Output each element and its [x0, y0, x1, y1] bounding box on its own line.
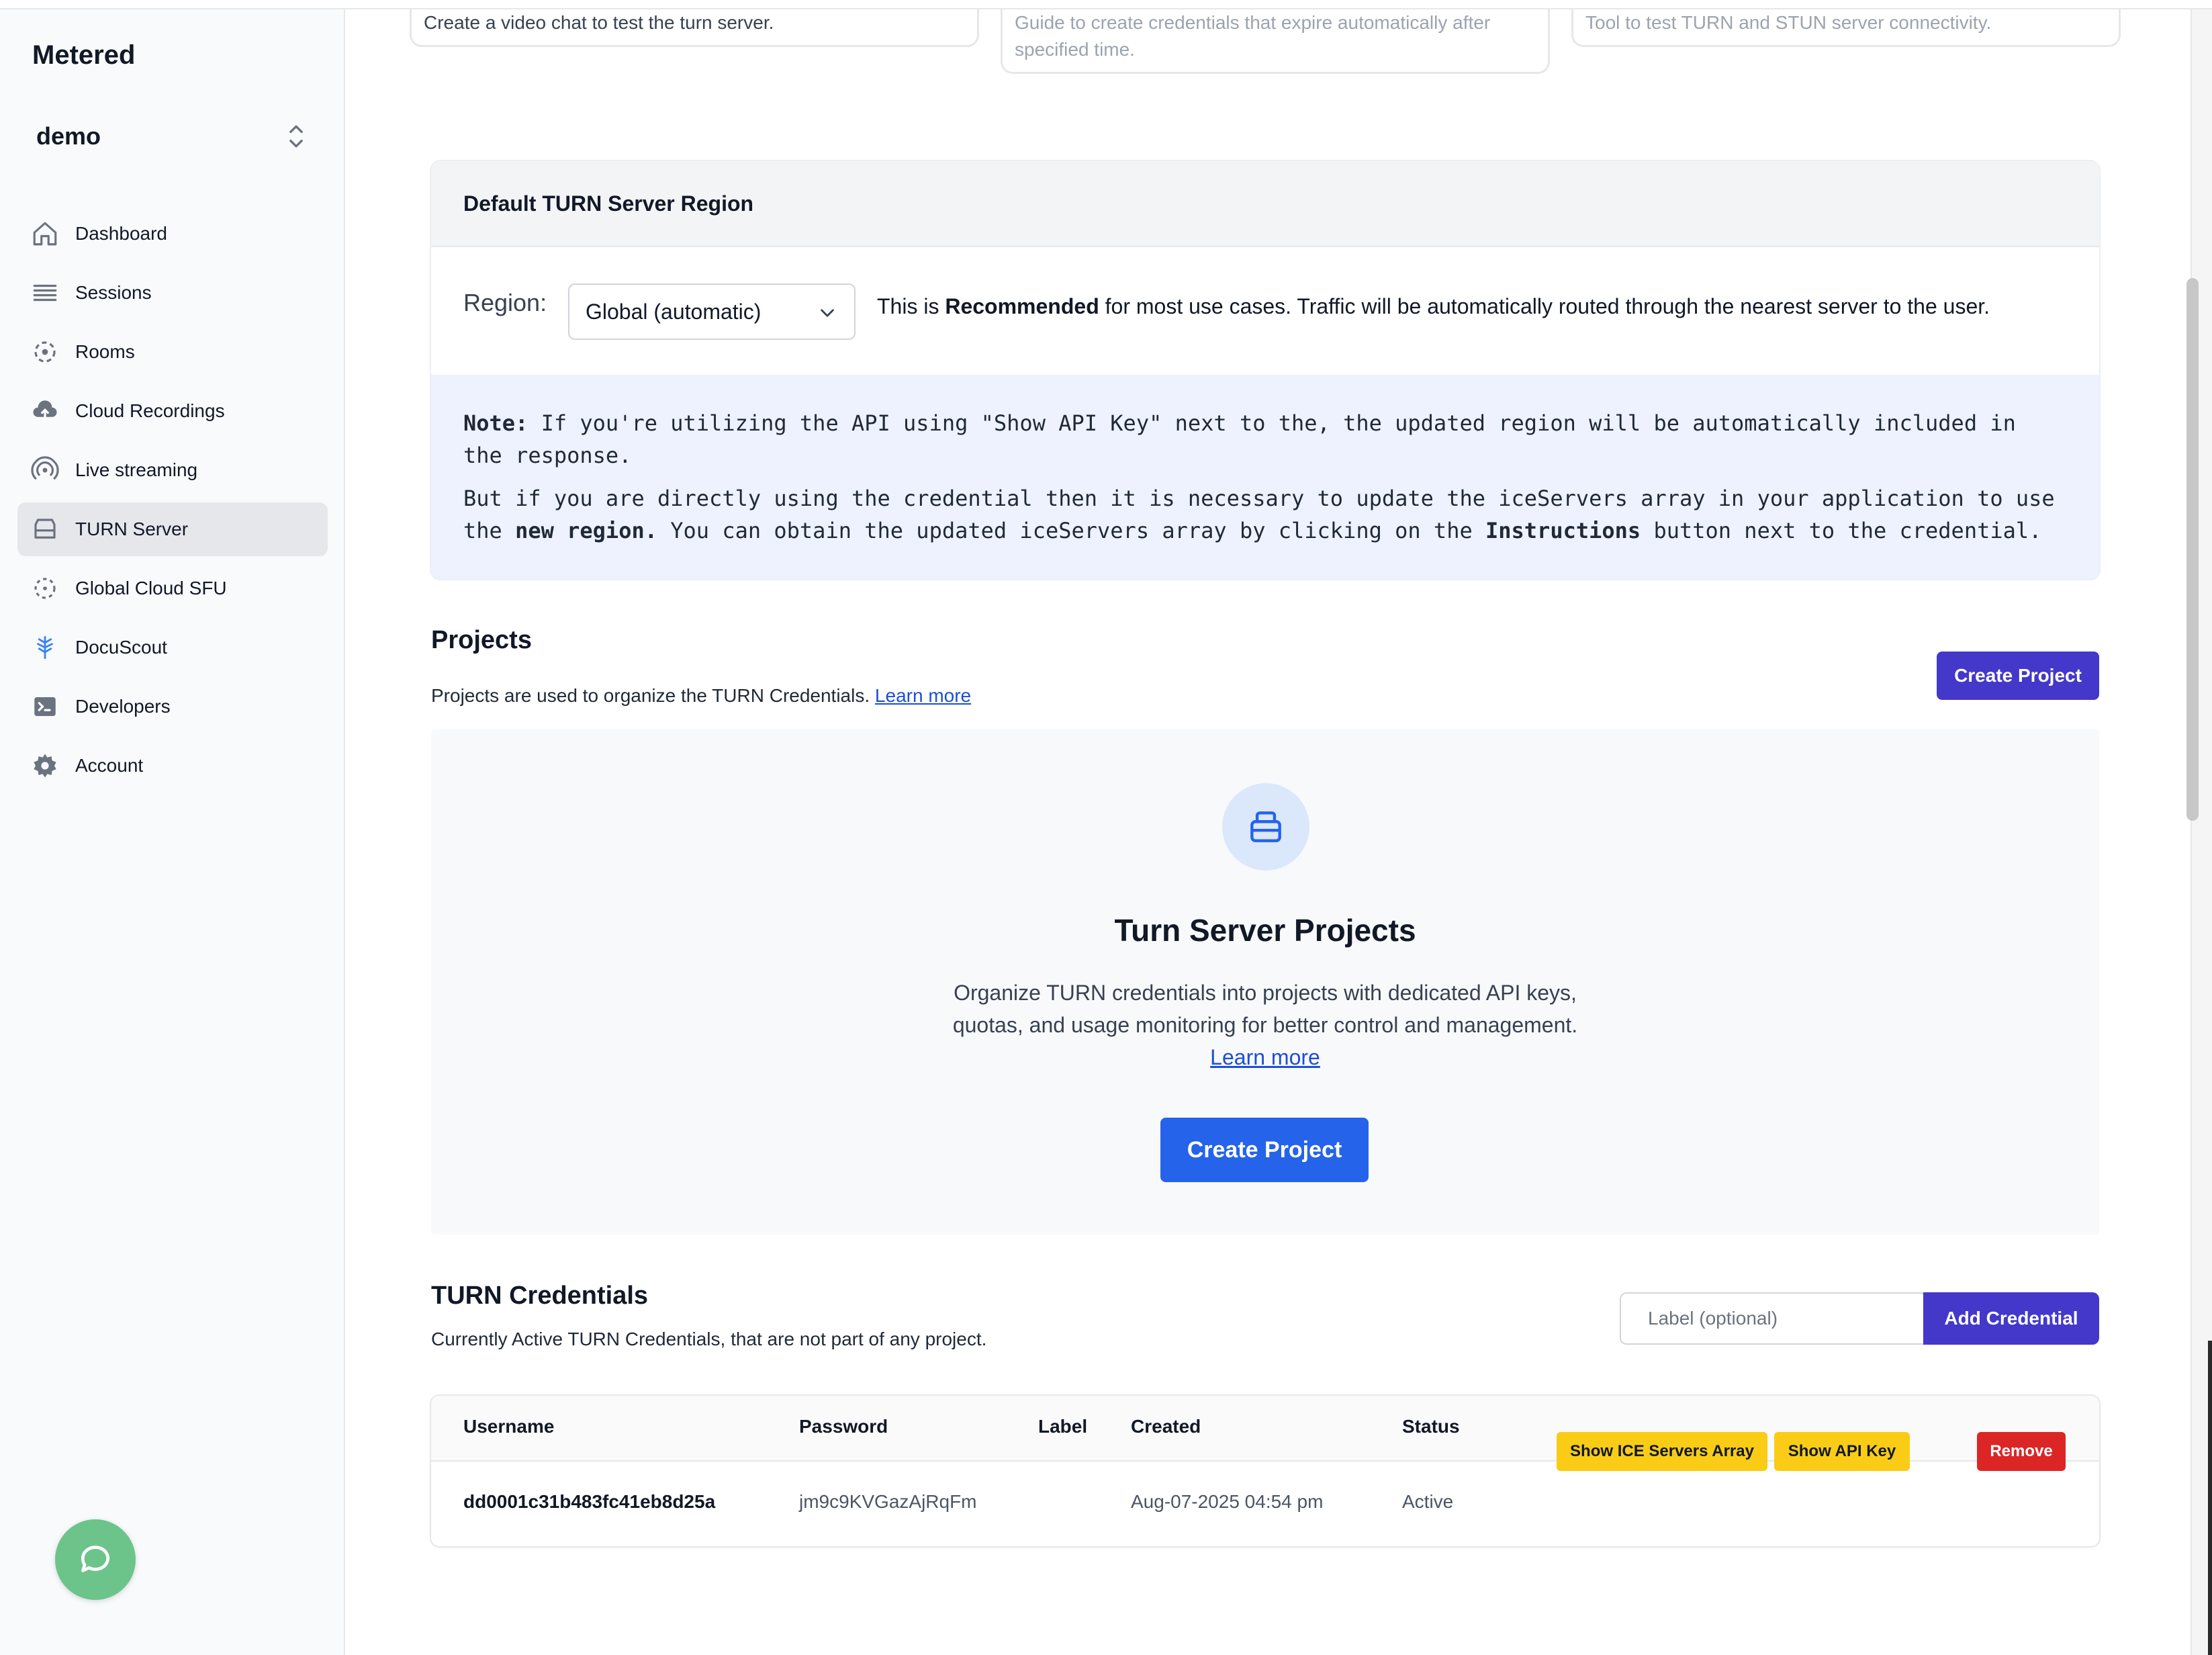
- column-header-label: Label: [1038, 1416, 1088, 1437]
- sfu-icon: [34, 578, 56, 599]
- cell-created: Aug-07-2025 04:54 pm: [1131, 1491, 1324, 1512]
- terminal-icon: [34, 697, 56, 716]
- sidebar: Metered demo Dashboard Sessions Rooms Cl…: [0, 9, 345, 1655]
- sidebar-item-sessions[interactable]: Sessions: [17, 266, 328, 320]
- sidebar-item-label: Cloud Recordings: [75, 400, 225, 421]
- window-edge: [2208, 1341, 2212, 1655]
- show-api-key-button[interactable]: Show API Key: [1774, 1432, 1910, 1471]
- sidebar-item-label: Developers: [75, 696, 171, 717]
- region-description: This is Recommended for most use cases. …: [877, 294, 1990, 319]
- team-selector-label[interactable]: demo: [36, 122, 101, 150]
- sidebar-item-label: Sessions: [75, 282, 152, 303]
- cell-password: jm9c9KVGazAjRqFm: [799, 1491, 977, 1512]
- region-desc-recommended: Recommended: [945, 294, 1099, 318]
- projects-empty-icon: [1222, 783, 1309, 870]
- chat-bubble-icon: [81, 1546, 109, 1572]
- note-label: Note:: [463, 410, 528, 436]
- sidebar-item-cloud-recordings[interactable]: Cloud Recordings: [17, 384, 328, 438]
- show-ice-servers-button[interactable]: Show ICE Servers Array: [1557, 1432, 1767, 1471]
- sidebar-item-dashboard[interactable]: Dashboard: [17, 207, 328, 261]
- sidebar-item-label: Account: [75, 755, 144, 776]
- video-chat-test-card[interactable]: Create a video chat to test the turn ser…: [410, 9, 979, 47]
- credentials-title: TURN Credentials: [431, 1282, 649, 1310]
- projects-empty-description: Organize TURN credentials into projects …: [952, 981, 1578, 1037]
- sidebar-item-docuscout[interactable]: DocuScout: [17, 621, 328, 674]
- cell-username: dd0001c31b483fc41eb8d25a: [463, 1491, 716, 1512]
- rooms-icon: [34, 341, 56, 363]
- add-credential-button[interactable]: Add Credential: [1923, 1292, 2099, 1345]
- create-project-button[interactable]: Create Project: [1937, 652, 2099, 700]
- expiring-credentials-guide-card[interactable]: Guide to create credentials that expire …: [1001, 9, 1550, 74]
- sidebar-item-turn-server[interactable]: TURN Server: [17, 502, 328, 556]
- chevron-up-down-icon[interactable]: [285, 121, 308, 152]
- sidebar-item-label: Global Cloud SFU: [75, 578, 227, 598]
- region-label: Region:: [463, 289, 547, 316]
- region-desc-prefix: This is: [877, 294, 946, 318]
- sidebar-item-label: DocuScout: [75, 637, 167, 658]
- docuscout-icon: [37, 635, 53, 660]
- sidebar-item-label: Live streaming: [75, 459, 198, 480]
- column-header-password: Password: [799, 1416, 888, 1437]
- card-description: Create a video chat to test the turn ser…: [424, 12, 774, 33]
- credential-label-input[interactable]: [1620, 1292, 1923, 1345]
- remove-credential-button[interactable]: Remove: [1977, 1432, 2066, 1471]
- default-region-panel: Default TURN Server Region Region: Globa…: [431, 161, 2099, 579]
- column-header-status: Status: [1402, 1416, 1460, 1437]
- cloud-upload-icon: [33, 400, 57, 422]
- projects-empty-title: Turn Server Projects: [1114, 913, 1416, 948]
- sidebar-item-account[interactable]: Account: [17, 739, 328, 793]
- projects-empty-learn-more-link[interactable]: Learn more: [1210, 1045, 1320, 1069]
- region-row: Region: Global (automatic) This is Recom…: [431, 247, 2099, 375]
- region-select-value: Global (automatic): [586, 299, 762, 324]
- sidebar-item-live-streaming[interactable]: Live streaming: [17, 443, 328, 497]
- note-new-region: new region.: [515, 518, 657, 543]
- note-line-2-mid: You can obtain the updated iceServers ar…: [657, 518, 1485, 543]
- region-note: Note: If you're utilizing the API using …: [431, 375, 2099, 579]
- list-icon: [33, 284, 57, 302]
- scrollbar-thumb[interactable]: [2186, 278, 2199, 821]
- note-line-2-suffix: button next to the credential.: [1641, 518, 2042, 543]
- server-stack-icon: [1250, 811, 1281, 842]
- app-logo: Metered: [32, 40, 136, 70]
- projects-subtitle-text: Projects are used to organize the TURN C…: [431, 685, 870, 706]
- browser-top-strip: [0, 0, 2212, 9]
- sidebar-item-label: TURN Server: [75, 519, 189, 539]
- region-select[interactable]: Global (automatic): [568, 283, 856, 340]
- note-line-1: If you're utilizing the API using "Show …: [463, 410, 2016, 468]
- projects-title: Projects: [431, 626, 532, 654]
- note-instructions: Instructions: [1485, 518, 1641, 543]
- column-header-username: Username: [463, 1416, 555, 1437]
- region-desc-suffix: for most use cases. Traffic will be auto…: [1099, 294, 1990, 318]
- projects-empty-text: Organize TURN credentials into projects …: [940, 977, 1590, 1073]
- projects-subtitle: Projects are used to organize the TURN C…: [431, 685, 971, 707]
- card-description: Guide to create credentials that expire …: [1015, 12, 1491, 33]
- cell-status: Active: [1402, 1491, 1454, 1512]
- sidebar-item-global-cloud-sfu[interactable]: Global Cloud SFU: [17, 562, 328, 615]
- turn-stun-test-tool-card[interactable]: Tool to test TURN and STUN server connec…: [1571, 9, 2121, 47]
- broadcast-icon: [31, 456, 59, 480]
- sidebar-nav: Dashboard Sessions Rooms Cloud Recording…: [17, 207, 328, 798]
- home-icon: [33, 222, 57, 246]
- sidebar-item-developers[interactable]: Developers: [17, 680, 328, 733]
- sidebar-item-rooms[interactable]: Rooms: [17, 325, 328, 379]
- card-description: Tool to test TURN and STUN server connec…: [1585, 12, 1992, 33]
- credentials-table: Username Password Label Created Status d…: [431, 1396, 2099, 1546]
- column-header-created: Created: [1131, 1416, 1201, 1437]
- credentials-subtitle: Currently Active TURN Credentials, that …: [431, 1329, 987, 1349]
- support-chat-button[interactable]: [55, 1519, 136, 1600]
- sidebar-item-label: Dashboard: [75, 223, 167, 244]
- projects-learn-more-link[interactable]: Learn more: [875, 685, 971, 706]
- chevron-down-icon: [821, 309, 834, 317]
- card-description: specified time.: [1015, 39, 1135, 60]
- gear-icon: [34, 754, 56, 778]
- sidebar-item-label: Rooms: [75, 341, 135, 362]
- region-panel-heading: Default TURN Server Region: [431, 161, 2099, 247]
- server-icon: [34, 519, 56, 539]
- empty-create-project-button[interactable]: Create Project: [1160, 1118, 1369, 1182]
